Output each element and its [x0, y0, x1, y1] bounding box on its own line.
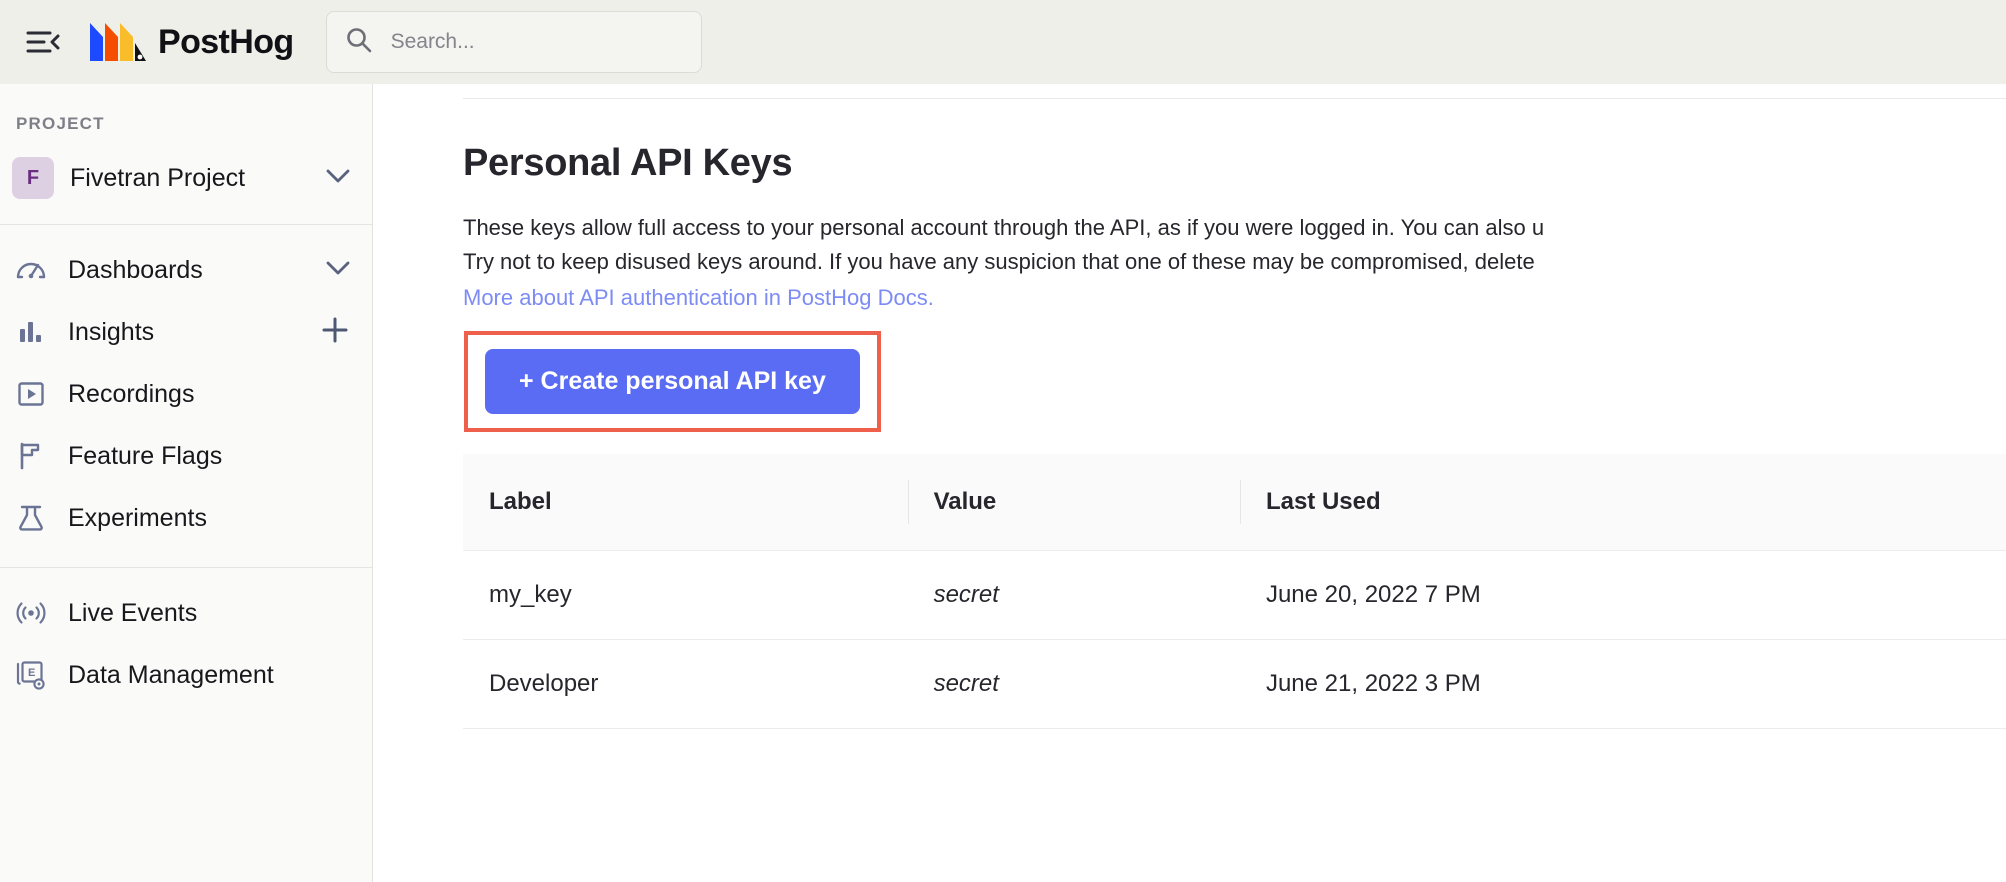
- sidebar-item-label: Insights: [68, 317, 155, 346]
- table-row[interactable]: my_key secret June 20, 2022 7 PM: [463, 550, 2006, 640]
- column-header-last-used[interactable]: Last Used: [1239, 454, 2006, 551]
- sidebar-item-recordings[interactable]: Recordings: [0, 363, 372, 425]
- sidebar-item-experiments[interactable]: Experiments: [0, 487, 372, 549]
- app-root: PostHog PROJECT F Fivetran Project: [0, 0, 2006, 882]
- chevron-down-icon[interactable]: [326, 261, 350, 280]
- sidebar-item-feature-flags[interactable]: Feature Flags: [0, 425, 372, 487]
- create-personal-api-key-button[interactable]: + Create personal API key: [485, 349, 860, 414]
- sidebar: PROJECT F Fivetran Project Dashboards In…: [0, 84, 373, 882]
- play-square-icon: [14, 377, 48, 411]
- personal-api-keys-panel: Personal API Keys These keys allow full …: [463, 84, 2006, 729]
- plus-icon[interactable]: [320, 315, 350, 350]
- sidebar-item-label: Recordings: [68, 379, 195, 408]
- brand-name: PostHog: [158, 22, 294, 61]
- column-header-value[interactable]: Value: [907, 454, 1240, 551]
- main-content: Personal API Keys These keys allow full …: [374, 84, 2006, 882]
- table-row[interactable]: Developer secret June 21, 2022 3 PM: [463, 639, 2006, 729]
- api-keys-table: Label Value Last Used my_key secret June…: [463, 454, 2006, 729]
- project-name: Fivetran Project: [70, 163, 246, 192]
- sidebar-item-label: Experiments: [68, 503, 207, 532]
- sidebar-item-label: Live Events: [68, 598, 198, 627]
- cell-value: secret: [907, 639, 1240, 729]
- posthog-logo-icon: [88, 17, 146, 67]
- sidebar-divider-top: [0, 224, 372, 225]
- api-docs-link[interactable]: More about API authentication in PostHog…: [463, 281, 934, 315]
- cell-label: my_key: [463, 550, 908, 640]
- top-bar: PostHog: [0, 0, 2006, 84]
- svg-text:E: E: [28, 667, 35, 679]
- sidebar-item-dashboards[interactable]: Dashboards: [0, 239, 372, 301]
- sidebar-item-label: Feature Flags: [68, 441, 223, 470]
- search-input[interactable]: [388, 29, 683, 55]
- project-badge: F: [12, 157, 54, 199]
- cell-label: Developer: [463, 639, 908, 729]
- cell-last-used: June 20, 2022 7 PM: [1239, 550, 2006, 640]
- brand-home-link[interactable]: PostHog: [88, 17, 294, 67]
- table-head: Label Value Last Used: [463, 454, 2006, 551]
- sidebar-item-label: Data Management: [68, 660, 274, 689]
- chevron-down-icon[interactable]: [326, 169, 350, 188]
- broadcast-icon: [14, 596, 48, 630]
- data-management-icon: E: [14, 658, 48, 692]
- bar-chart-icon: [14, 315, 48, 349]
- sidebar-item-insights[interactable]: Insights: [0, 301, 372, 363]
- project-switcher[interactable]: F Fivetran Project: [0, 150, 372, 206]
- sidebar-item-data-management[interactable]: E Data Management: [0, 644, 372, 706]
- cell-last-used: June 21, 2022 3 PM: [1239, 639, 2006, 729]
- table-header-row: Label Value Last Used: [463, 454, 2006, 551]
- search-icon: [345, 26, 373, 59]
- page-title: Personal API Keys: [463, 142, 793, 184]
- description-line-1: These keys allow full access to your per…: [463, 215, 1545, 240]
- gauge-icon: [14, 253, 48, 287]
- sidebar-item-live-events[interactable]: Live Events: [0, 582, 372, 644]
- search-box[interactable]: [325, 11, 702, 73]
- create-key-annotation-highlight: + Create personal API key: [464, 331, 881, 432]
- description-line-2: Try not to keep disused keys around. If …: [463, 249, 1535, 274]
- cell-value: secret: [907, 550, 1240, 640]
- table-body: my_key secret June 20, 2022 7 PM Develop…: [463, 550, 2006, 729]
- sidebar-divider-bottom: [0, 567, 372, 568]
- flag-icon: [14, 439, 48, 473]
- sidebar-toggle-button[interactable]: [14, 13, 72, 71]
- sidebar-section-label: PROJECT: [16, 114, 105, 133]
- column-header-label[interactable]: Label: [463, 454, 908, 551]
- hamburger-collapse-icon: [26, 29, 60, 55]
- sidebar-item-label: Dashboards: [68, 255, 203, 284]
- flask-icon: [14, 501, 48, 535]
